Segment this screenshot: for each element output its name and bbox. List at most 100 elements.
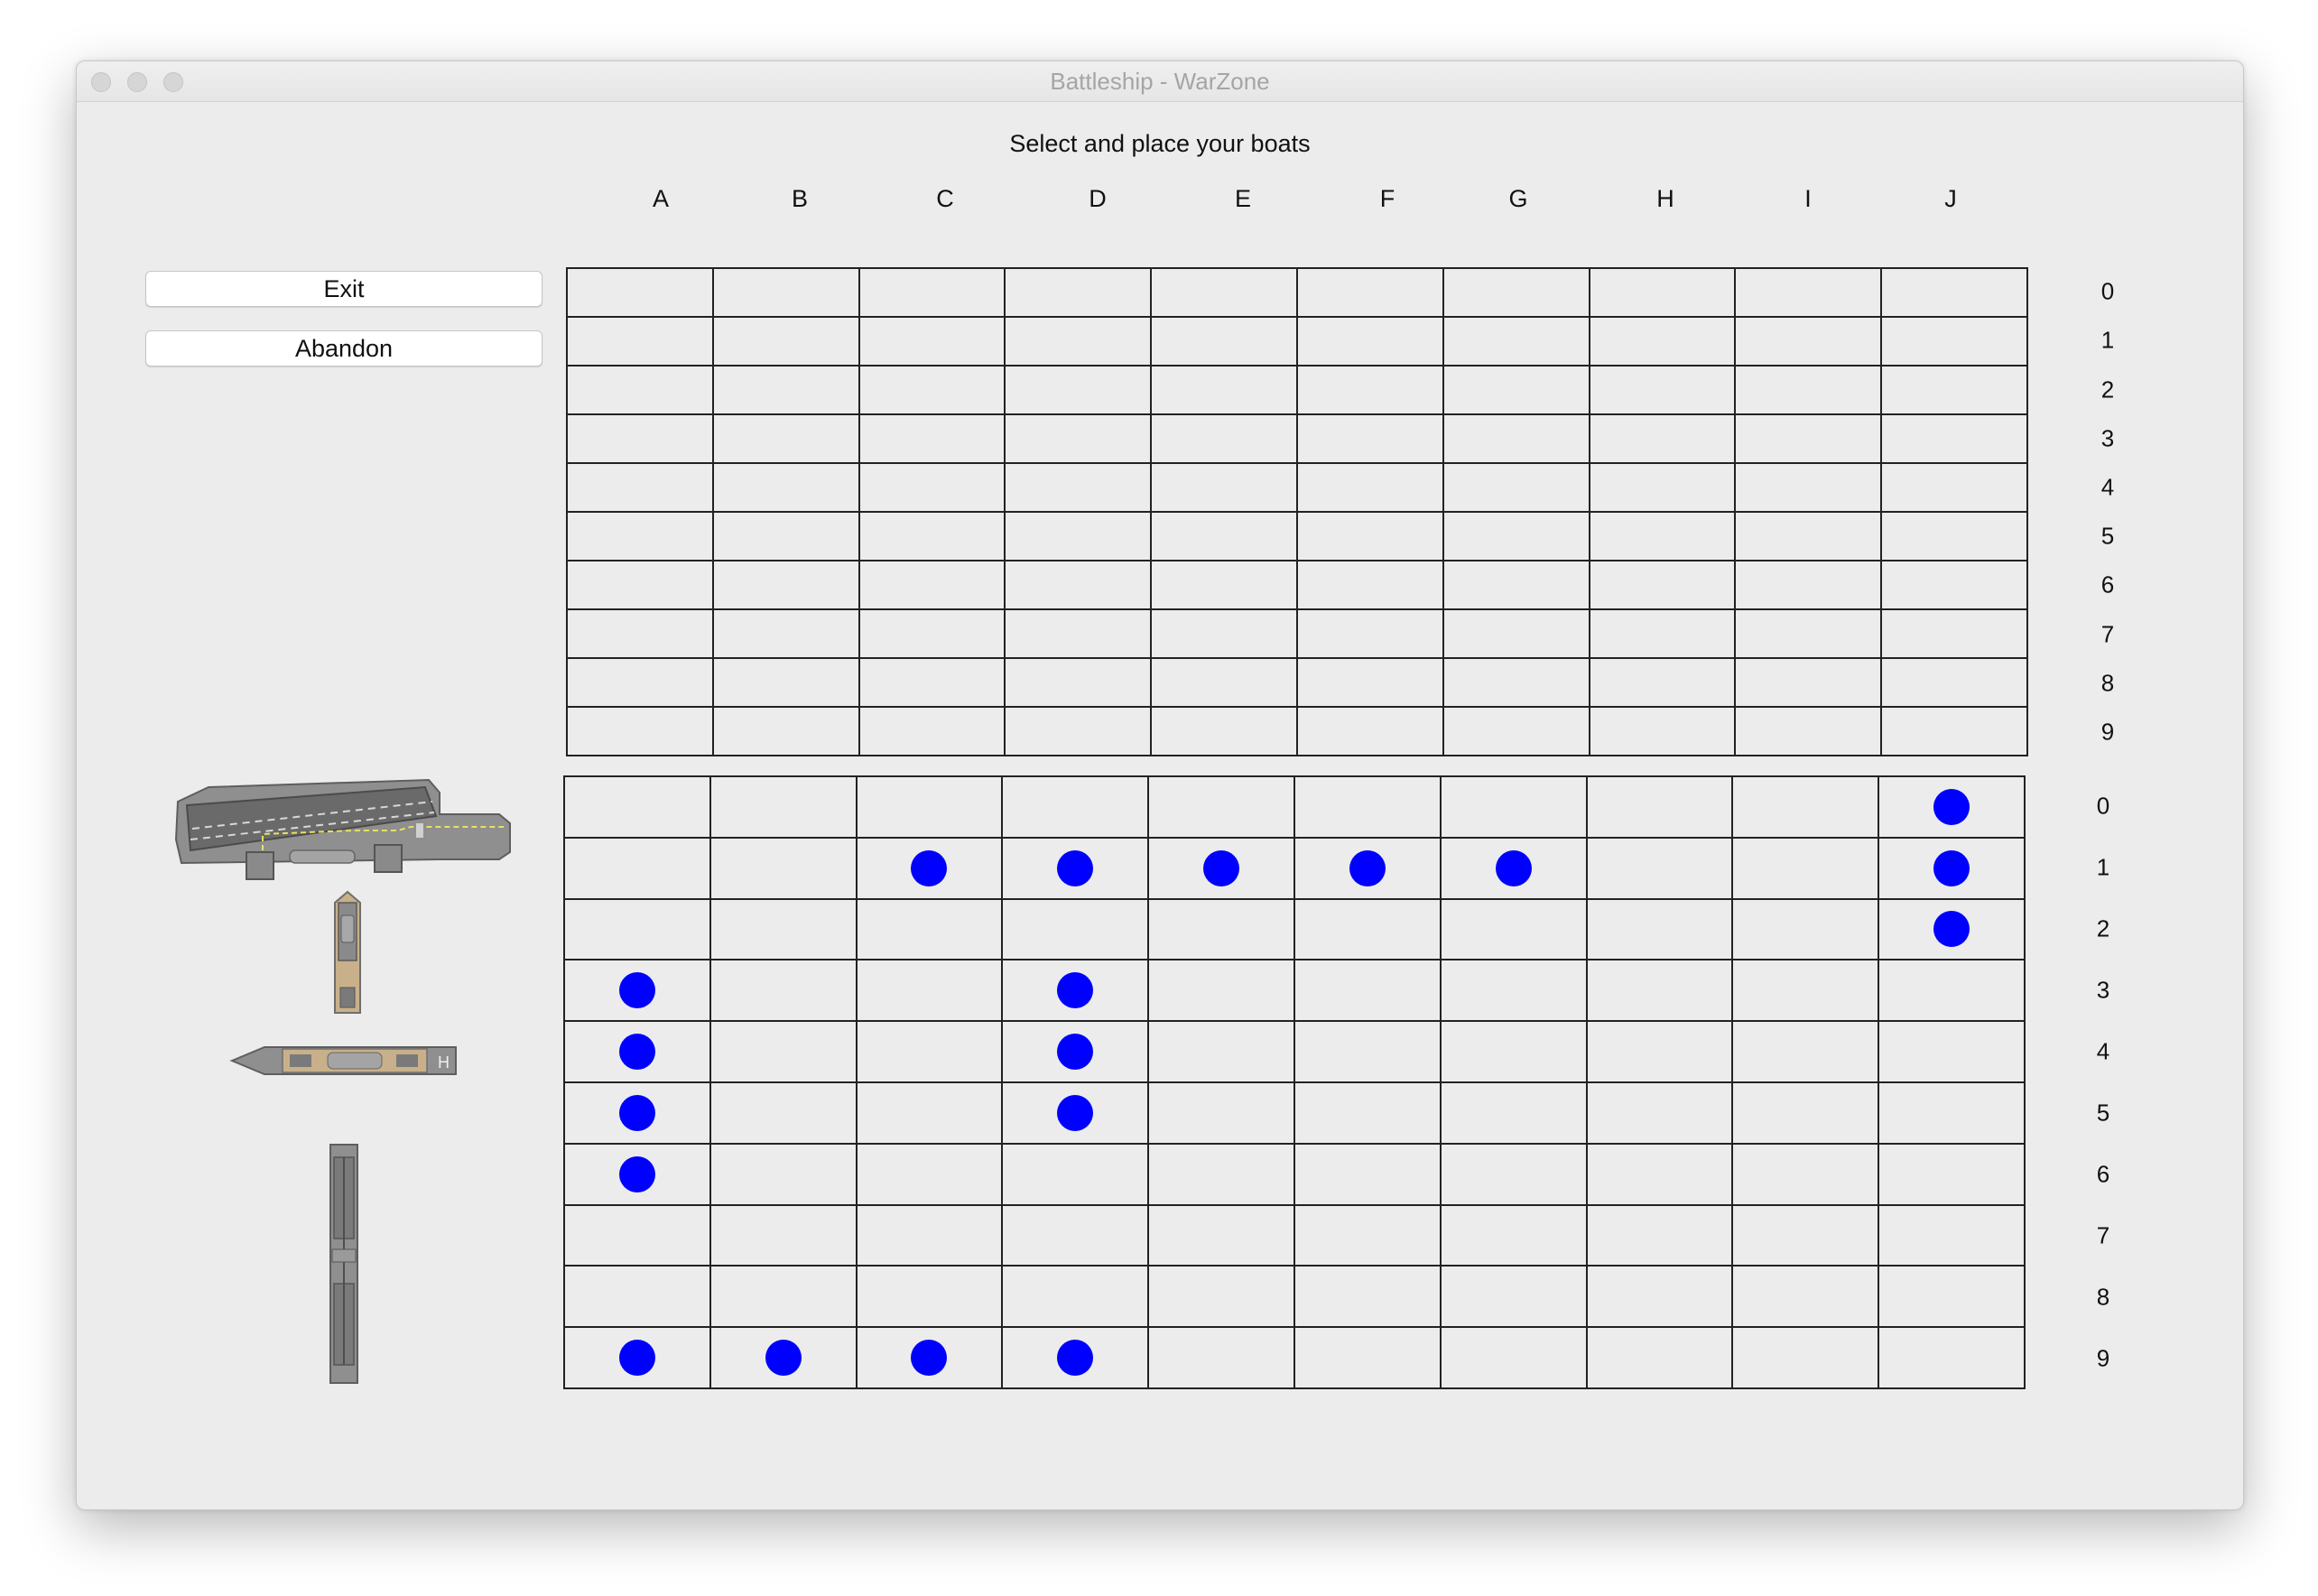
player-cell-e3[interactable] bbox=[1149, 960, 1295, 1023]
opponent-cell-e0[interactable] bbox=[1152, 269, 1298, 318]
opponent-cell-f6[interactable] bbox=[1298, 561, 1444, 610]
player-cell-j3[interactable] bbox=[1879, 960, 2026, 1023]
opponent-cell-j3[interactable] bbox=[1882, 415, 2028, 464]
player-cell-i0[interactable] bbox=[1733, 777, 1880, 839]
player-cell-b2[interactable] bbox=[710, 899, 858, 961]
opponent-cell-i5[interactable] bbox=[1736, 513, 1883, 561]
opponent-cell-d3[interactable] bbox=[1006, 415, 1153, 464]
opponent-cell-j0[interactable] bbox=[1882, 269, 2028, 318]
opponent-cell-e4[interactable] bbox=[1152, 464, 1298, 513]
opponent-cell-d4[interactable] bbox=[1006, 464, 1153, 513]
player-cell-e8[interactable] bbox=[1149, 1267, 1295, 1329]
opponent-cell-d1[interactable] bbox=[1006, 318, 1153, 367]
opponent-cell-d5[interactable] bbox=[1006, 513, 1153, 561]
opponent-cell-f1[interactable] bbox=[1298, 318, 1444, 367]
player-cell-e0[interactable] bbox=[1149, 777, 1295, 839]
opponent-cell-d2[interactable] bbox=[1006, 367, 1153, 415]
opponent-cell-i3[interactable] bbox=[1736, 415, 1883, 464]
opponent-cell-f4[interactable] bbox=[1298, 464, 1444, 513]
player-cell-c4[interactable] bbox=[857, 1022, 1004, 1083]
player-cell-e7[interactable] bbox=[1149, 1205, 1295, 1267]
opponent-cell-h1[interactable] bbox=[1590, 318, 1737, 367]
player-cell-a5[interactable] bbox=[565, 1083, 711, 1145]
player-cell-j2[interactable] bbox=[1879, 899, 2026, 961]
player-cell-d3[interactable] bbox=[1003, 960, 1150, 1023]
opponent-cell-b4[interactable] bbox=[713, 464, 860, 513]
opponent-cell-a4[interactable] bbox=[568, 464, 714, 513]
opponent-cell-c9[interactable] bbox=[859, 708, 1006, 756]
player-cell-i5[interactable] bbox=[1733, 1083, 1880, 1145]
player-cell-c7[interactable] bbox=[857, 1205, 1004, 1267]
exit-button[interactable]: Exit bbox=[145, 271, 542, 307]
player-cell-h4[interactable] bbox=[1587, 1022, 1734, 1083]
opponent-cell-e5[interactable] bbox=[1152, 513, 1298, 561]
player-cell-i8[interactable] bbox=[1733, 1267, 1880, 1329]
opponent-cell-c8[interactable] bbox=[859, 659, 1006, 708]
opponent-cell-i9[interactable] bbox=[1736, 708, 1883, 756]
opponent-cell-i7[interactable] bbox=[1736, 610, 1883, 659]
opponent-cell-c7[interactable] bbox=[859, 610, 1006, 659]
player-cell-j6[interactable] bbox=[1879, 1144, 2026, 1206]
opponent-cell-i0[interactable] bbox=[1736, 269, 1883, 318]
player-cell-i7[interactable] bbox=[1733, 1205, 1880, 1267]
destroyer-ship-icon[interactable] bbox=[324, 890, 371, 1016]
opponent-cell-b8[interactable] bbox=[713, 659, 860, 708]
player-cell-a1[interactable] bbox=[565, 838, 711, 900]
opponent-cell-j2[interactable] bbox=[1882, 367, 2028, 415]
aircraft-carrier-ship-icon[interactable] bbox=[172, 776, 519, 885]
opponent-cell-g0[interactable] bbox=[1443, 269, 1590, 318]
player-cell-j7[interactable] bbox=[1879, 1205, 2026, 1267]
player-cell-j1[interactable] bbox=[1879, 838, 2026, 900]
opponent-cell-i1[interactable] bbox=[1736, 318, 1883, 367]
player-cell-g5[interactable] bbox=[1441, 1083, 1588, 1145]
player-cell-g6[interactable] bbox=[1441, 1144, 1588, 1206]
opponent-cell-a9[interactable] bbox=[568, 708, 714, 756]
opponent-cell-i2[interactable] bbox=[1736, 367, 1883, 415]
player-cell-a7[interactable] bbox=[565, 1205, 711, 1267]
opponent-cell-c3[interactable] bbox=[859, 415, 1006, 464]
opponent-cell-h3[interactable] bbox=[1590, 415, 1737, 464]
player-cell-c5[interactable] bbox=[857, 1083, 1004, 1145]
player-cell-g2[interactable] bbox=[1441, 899, 1588, 961]
player-cell-c3[interactable] bbox=[857, 960, 1004, 1023]
player-cell-g4[interactable] bbox=[1441, 1022, 1588, 1083]
opponent-cell-a8[interactable] bbox=[568, 659, 714, 708]
player-cell-f2[interactable] bbox=[1295, 899, 1442, 961]
abandon-button[interactable]: Abandon bbox=[145, 330, 542, 367]
player-cell-b4[interactable] bbox=[710, 1022, 858, 1083]
player-cell-f0[interactable] bbox=[1295, 777, 1442, 839]
opponent-cell-d7[interactable] bbox=[1006, 610, 1153, 659]
player-cell-d9[interactable] bbox=[1003, 1328, 1150, 1389]
player-cell-h6[interactable] bbox=[1587, 1144, 1734, 1206]
player-cell-c6[interactable] bbox=[857, 1144, 1004, 1206]
opponent-cell-j1[interactable] bbox=[1882, 318, 2028, 367]
cruiser-ship-icon[interactable]: H bbox=[228, 1042, 463, 1080]
opponent-cell-j6[interactable] bbox=[1882, 561, 2028, 610]
player-cell-d2[interactable] bbox=[1003, 899, 1150, 961]
opponent-cell-f5[interactable] bbox=[1298, 513, 1444, 561]
player-cell-c9[interactable] bbox=[857, 1328, 1004, 1389]
opponent-cell-c1[interactable] bbox=[859, 318, 1006, 367]
opponent-cell-b1[interactable] bbox=[713, 318, 860, 367]
opponent-cell-b0[interactable] bbox=[713, 269, 860, 318]
player-cell-e4[interactable] bbox=[1149, 1022, 1295, 1083]
player-cell-f6[interactable] bbox=[1295, 1144, 1442, 1206]
player-cell-c1[interactable] bbox=[857, 838, 1004, 900]
opponent-cell-h0[interactable] bbox=[1590, 269, 1737, 318]
opponent-cell-g6[interactable] bbox=[1443, 561, 1590, 610]
player-cell-i1[interactable] bbox=[1733, 838, 1880, 900]
opponent-cell-c5[interactable] bbox=[859, 513, 1006, 561]
opponent-cell-j8[interactable] bbox=[1882, 659, 2028, 708]
player-cell-j0[interactable] bbox=[1879, 777, 2026, 839]
player-cell-h1[interactable] bbox=[1587, 838, 1734, 900]
player-cell-d5[interactable] bbox=[1003, 1083, 1150, 1145]
opponent-cell-b2[interactable] bbox=[713, 367, 860, 415]
player-cell-h9[interactable] bbox=[1587, 1328, 1734, 1389]
player-cell-e5[interactable] bbox=[1149, 1083, 1295, 1145]
opponent-cell-i8[interactable] bbox=[1736, 659, 1883, 708]
player-cell-a9[interactable] bbox=[565, 1328, 711, 1389]
player-cell-h2[interactable] bbox=[1587, 899, 1734, 961]
player-cell-d6[interactable] bbox=[1003, 1144, 1150, 1206]
player-cell-d4[interactable] bbox=[1003, 1022, 1150, 1083]
opponent-cell-h6[interactable] bbox=[1590, 561, 1737, 610]
